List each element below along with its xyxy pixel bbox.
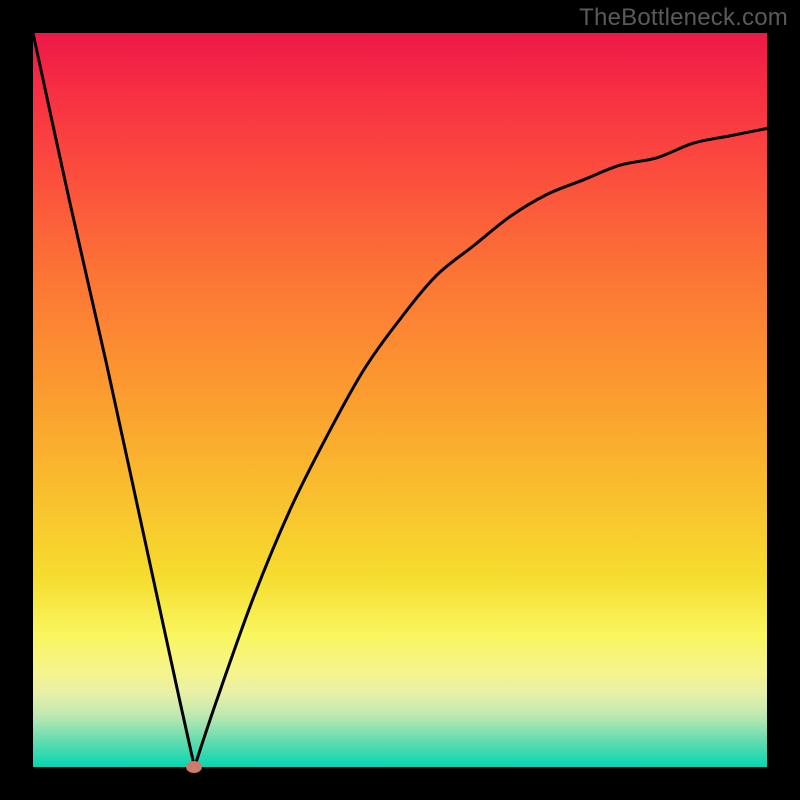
optimal-point-marker xyxy=(186,761,202,773)
watermark: TheBottleneck.com xyxy=(579,4,788,32)
bottleneck-curve xyxy=(33,33,767,767)
bottleneck-chart xyxy=(33,33,767,767)
